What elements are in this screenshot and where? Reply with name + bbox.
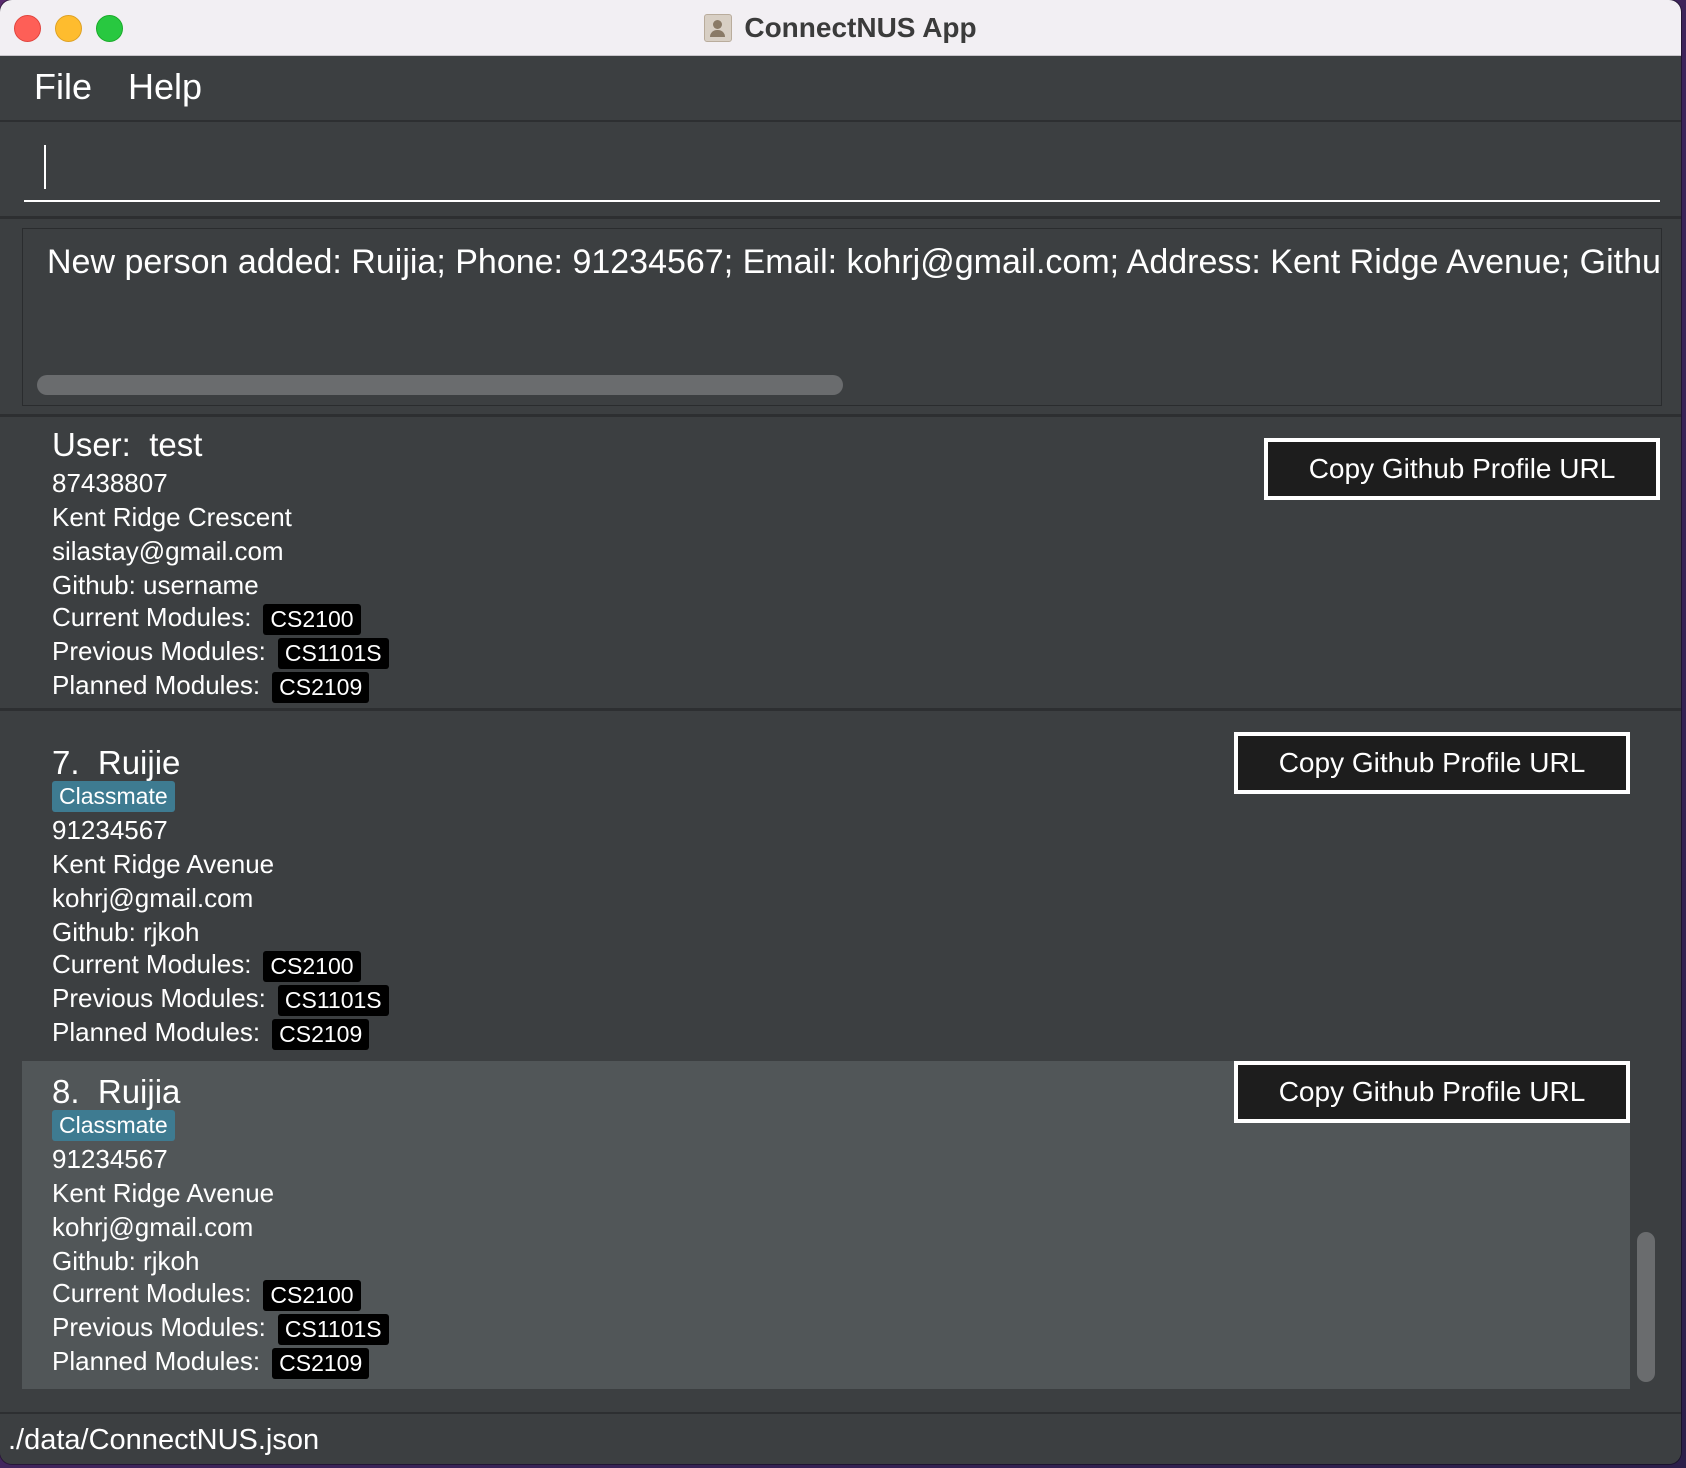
module-tag: CS2109 bbox=[272, 1018, 370, 1050]
list-vertical-scrollbar[interactable] bbox=[1637, 1232, 1655, 1382]
person-github: Github: rjkoh bbox=[52, 1246, 200, 1276]
person-name: Ruijie bbox=[97, 744, 181, 781]
person-github: Github: rjkoh bbox=[52, 917, 200, 947]
user-name: test bbox=[149, 426, 203, 463]
person-previous-modules: Previous Modules: CS1101S bbox=[52, 983, 389, 1016]
person-previous-modules: Previous Modules: CS1101S bbox=[52, 1312, 389, 1345]
person-address: Kent Ridge Avenue bbox=[52, 849, 275, 879]
module-tag: CS2100 bbox=[263, 603, 361, 635]
person-phone: 91234567 bbox=[52, 1144, 168, 1174]
menu-file[interactable]: File bbox=[34, 66, 92, 108]
copy-github-url-button[interactable]: Copy Github Profile URL bbox=[1234, 732, 1630, 794]
text-caret bbox=[44, 145, 46, 189]
tag-badge: Classmate bbox=[52, 1110, 175, 1141]
title-bar: ConnectNUS App bbox=[0, 0, 1681, 56]
result-message: New person added: Ruijia; Phone: 9123456… bbox=[47, 243, 1662, 281]
person-phone: 91234567 bbox=[52, 815, 168, 845]
person-title: 8. Ruijia bbox=[52, 1073, 180, 1111]
copy-github-url-button[interactable]: Copy Github Profile URL bbox=[1264, 438, 1660, 500]
module-tag: CS1101S bbox=[277, 984, 389, 1016]
module-tag: CS2100 bbox=[263, 950, 361, 982]
command-input[interactable] bbox=[24, 136, 1660, 202]
person-email: kohrj@gmail.com bbox=[52, 1212, 254, 1242]
module-tag: CS1101S bbox=[277, 1313, 389, 1345]
person-card[interactable]: 7. Ruijie Classmate 91234567 Kent Ridge … bbox=[22, 732, 1630, 1060]
user-current-modules: Current Modules: CS2100 bbox=[52, 602, 361, 635]
app-icon bbox=[704, 13, 733, 42]
person-email: kohrj@gmail.com bbox=[52, 883, 254, 913]
person-planned-modules: Planned Modules: CS2109 bbox=[52, 1017, 370, 1050]
person-card-selected[interactable]: 8. Ruijia Classmate 91234567 Kent Ridge … bbox=[22, 1061, 1630, 1389]
current-modules-label: Current Modules: bbox=[52, 949, 252, 979]
planned-modules-label: Planned Modules: bbox=[52, 1017, 261, 1047]
module-tag: CS2109 bbox=[272, 671, 370, 703]
tag-badge: Classmate bbox=[52, 781, 175, 812]
person-index: 8. bbox=[52, 1073, 80, 1110]
user-title-prefix: User: bbox=[52, 426, 131, 463]
result-horizontal-scrollbar[interactable] bbox=[37, 375, 843, 395]
app-window: ConnectNUS App File Help New person adde… bbox=[0, 0, 1681, 1464]
result-display[interactable]: New person added: Ruijia; Phone: 9123456… bbox=[22, 228, 1662, 406]
previous-modules-label: Previous Modules: bbox=[52, 983, 266, 1013]
divider bbox=[0, 216, 1681, 219]
planned-modules-label: Planned Modules: bbox=[52, 1346, 261, 1376]
person-list: 7. Ruijie Classmate 91234567 Kent Ridge … bbox=[0, 712, 1681, 1412]
person-planned-modules: Planned Modules: CS2109 bbox=[52, 1346, 370, 1379]
planned-modules-label: Planned Modules: bbox=[52, 670, 261, 700]
divider bbox=[0, 708, 1681, 711]
module-tag: CS2109 bbox=[272, 1347, 370, 1379]
user-planned-modules: Planned Modules: CS2109 bbox=[52, 670, 370, 703]
divider bbox=[0, 414, 1681, 417]
command-box bbox=[0, 122, 1681, 216]
person-title: 7. Ruijie bbox=[52, 744, 180, 782]
menu-help[interactable]: Help bbox=[128, 66, 202, 108]
person-address: Kent Ridge Avenue bbox=[52, 1178, 275, 1208]
module-tag: CS2100 bbox=[263, 1279, 361, 1311]
person-current-modules: Current Modules: CS2100 bbox=[52, 949, 361, 982]
user-github: Github: username bbox=[52, 570, 259, 600]
user-profile-card: User: test 87438807 Kent Ridge Crescent … bbox=[0, 418, 1681, 708]
person-name: Ruijia bbox=[97, 1073, 181, 1110]
previous-modules-label: Previous Modules: bbox=[52, 636, 266, 666]
user-title: User: test bbox=[52, 426, 202, 464]
user-address: Kent Ridge Crescent bbox=[52, 502, 292, 532]
module-tag: CS1101S bbox=[277, 637, 389, 669]
status-bar: ./data/ConnectNUS.json bbox=[0, 1412, 1681, 1464]
user-phone: 87438807 bbox=[52, 468, 168, 498]
copy-github-url-button[interactable]: Copy Github Profile URL bbox=[1234, 1061, 1630, 1123]
user-email: silastay@gmail.com bbox=[52, 536, 284, 566]
previous-modules-label: Previous Modules: bbox=[52, 1312, 266, 1342]
person-index: 7. bbox=[52, 744, 80, 781]
current-modules-label: Current Modules: bbox=[52, 1278, 252, 1308]
person-current-modules: Current Modules: CS2100 bbox=[52, 1278, 361, 1311]
user-previous-modules: Previous Modules: CS1101S bbox=[52, 636, 389, 669]
menu-bar: File Help bbox=[0, 56, 1681, 122]
window-title: ConnectNUS App bbox=[744, 11, 977, 43]
current-modules-label: Current Modules: bbox=[52, 602, 252, 632]
title-wrap: ConnectNUS App bbox=[0, 0, 1681, 55]
save-file-path: ./data/ConnectNUS.json bbox=[8, 1424, 320, 1456]
